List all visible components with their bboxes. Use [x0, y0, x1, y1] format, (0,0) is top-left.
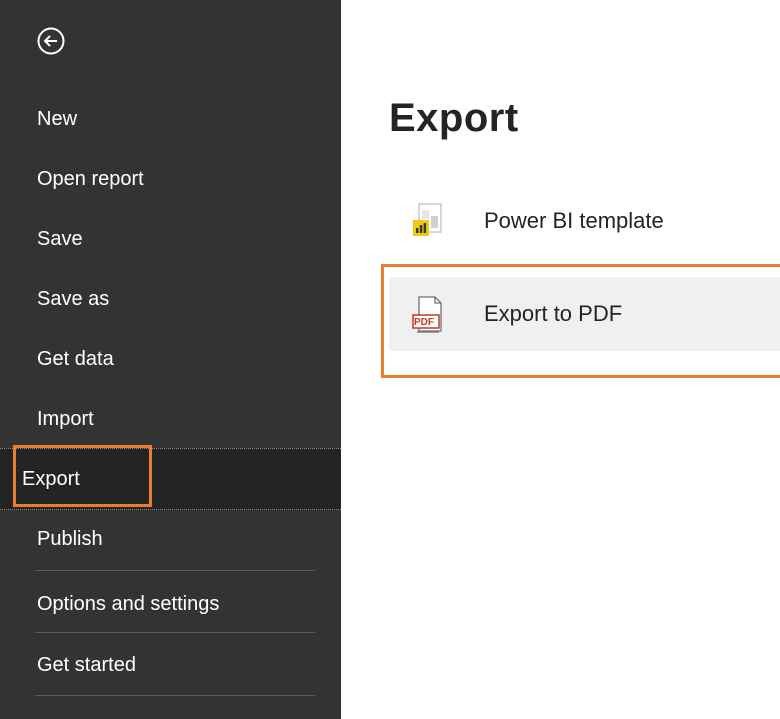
backstage-nav: New Open report Save Save as Get data Im… — [0, 0, 341, 719]
nav-item-label: Import — [37, 408, 94, 430]
nav-item-label: Save — [37, 228, 83, 250]
power-bi-template-icon — [413, 203, 442, 236]
nav-item-new[interactable]: New — [0, 99, 341, 139]
pdf-icon — [412, 296, 442, 333]
power-bi-template-label: Power BI template — [484, 208, 664, 233]
nav-item-save[interactable]: Save — [0, 219, 341, 259]
power-bi-template-option[interactable]: Power BI template — [389, 184, 780, 258]
export-to-pdf-label: Export to PDF — [484, 301, 623, 326]
nav-divider — [35, 695, 315, 696]
nav-item-label: Publish — [37, 528, 103, 550]
pdf-icon-text: PDF — [414, 317, 434, 328]
nav-item-label: Export — [22, 468, 80, 490]
nav-item-save-as[interactable]: Save as — [0, 279, 341, 319]
nav-item-label: Options and settings — [37, 593, 220, 615]
nav-item-label: Open report — [37, 168, 144, 190]
nav-item-label: Get data — [37, 348, 114, 370]
nav-item-get-data[interactable]: Get data — [0, 339, 341, 379]
nav-divider — [35, 632, 315, 633]
nav-item-options-and-settings[interactable]: Options and settings — [0, 584, 341, 624]
nav-item-import[interactable]: Import — [0, 399, 341, 439]
backstage-view: New Open report Save Save as Get data Im… — [0, 0, 780, 719]
nav-item-label: New — [37, 108, 78, 130]
nav-item-label: Save as — [37, 288, 110, 310]
nav-item-open-report[interactable]: Open report — [0, 159, 341, 199]
nav-item-export[interactable]: Export — [0, 448, 341, 510]
export-to-pdf-option[interactable]: PDF Export to PDF — [389, 277, 780, 351]
page-title: Export — [389, 96, 519, 140]
back-arrow-icon — [37, 27, 65, 55]
nav-item-get-started[interactable]: Get started — [0, 645, 341, 685]
nav-item-publish[interactable]: Publish — [0, 519, 341, 559]
back-button[interactable] — [36, 26, 66, 56]
nav-divider — [35, 570, 315, 571]
nav-item-label: Get started — [37, 654, 136, 676]
